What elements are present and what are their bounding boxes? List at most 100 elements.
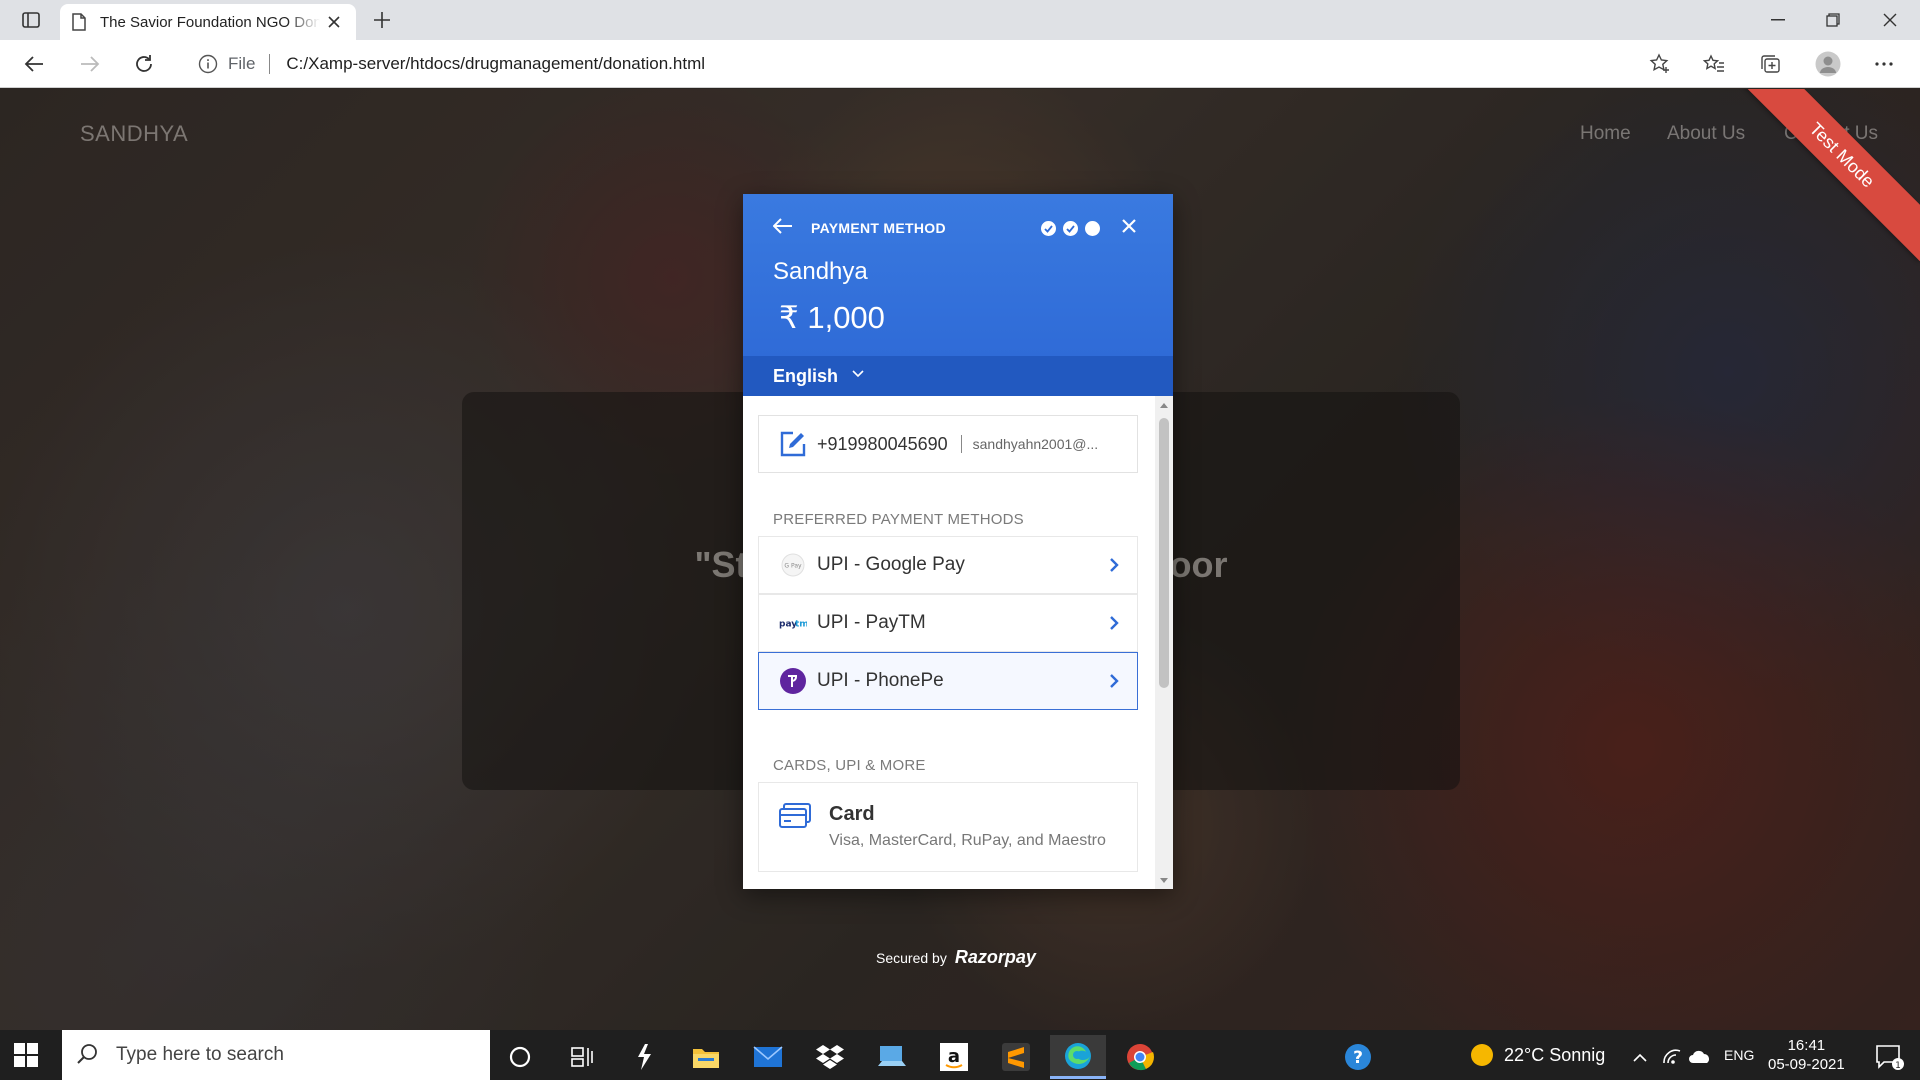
maximize-icon[interactable]: [1803, 0, 1863, 40]
new-tab-icon[interactable]: [368, 6, 396, 34]
option-label: UPI - Google Pay: [817, 554, 965, 575]
window-close-icon[interactable]: [1860, 0, 1920, 40]
step-current-icon: [1085, 221, 1100, 236]
taskbar: Type here to search a ? 22°C Sonnig ENG …: [0, 1030, 1920, 1080]
secured-by-label: Secured by: [876, 949, 947, 966]
back-arrow-icon[interactable]: [773, 218, 795, 236]
system-clock[interactable]: 16:41 05-09-2021: [1768, 1036, 1845, 1074]
notification-center-icon[interactable]: 1: [1866, 1035, 1914, 1079]
favorites-icon[interactable]: [1698, 48, 1730, 80]
task-view-icon[interactable]: [554, 1035, 610, 1079]
dropbox-icon[interactable]: [802, 1035, 858, 1079]
browser-toolbar: File C:/Xamp-server/htdocs/drugmanagemen…: [0, 40, 1920, 88]
weather-sun-icon: [1470, 1043, 1494, 1067]
clock-time: 16:41: [1787, 1037, 1826, 1054]
windows-start-icon[interactable]: [14, 1043, 38, 1067]
collections-icon[interactable]: [1754, 48, 1786, 80]
forward-icon[interactable]: [74, 48, 106, 80]
option-label: UPI - PhonePe: [817, 670, 944, 691]
sublime-text-icon[interactable]: [988, 1035, 1044, 1079]
modal-header: PAYMENT METHOD Sandhya ₹ 1,000: [743, 194, 1173, 356]
payment-amount: ₹ 1,000: [779, 300, 885, 335]
search-icon: [76, 1043, 100, 1067]
taskbar-search-input[interactable]: Type here to search: [62, 1030, 490, 1080]
language-selector[interactable]: English: [743, 356, 1173, 396]
mail-icon[interactable]: [740, 1035, 796, 1079]
add-favorite-icon[interactable]: [1646, 50, 1674, 78]
credit-card-icon: [779, 803, 811, 833]
nav-about-us[interactable]: About Us: [1667, 123, 1745, 145]
edge-browser-icon[interactable]: [1050, 1035, 1106, 1079]
payment-method-title: PAYMENT METHOD: [811, 220, 946, 236]
file-explorer-icon[interactable]: [678, 1035, 734, 1079]
test-mode-ribbon: Test Mode: [1735, 89, 1920, 262]
page-icon: [72, 13, 88, 31]
option-label: UPI - PayTM: [817, 612, 926, 633]
edit-icon[interactable]: [779, 430, 807, 458]
card-title: Card: [829, 803, 875, 825]
google-pay-icon: G Pay: [779, 551, 807, 579]
svg-text:a: a: [948, 1046, 960, 1067]
option-phonepe[interactable]: UPI - PhonePe: [758, 652, 1138, 710]
scroll-up-icon[interactable]: [1155, 398, 1173, 412]
address-scheme-label: File: [228, 54, 256, 73]
payment-modal: PAYMENT METHOD Sandhya ₹ 1,000 English +…: [743, 194, 1173, 889]
option-paytm[interactable]: pay tm UPI - PayTM: [758, 594, 1138, 652]
minimize-icon[interactable]: [1748, 0, 1808, 40]
tab-close-icon[interactable]: [324, 12, 344, 32]
more-menu-icon[interactable]: [1868, 48, 1900, 80]
option-google-pay[interactable]: G Pay UPI - Google Pay: [758, 536, 1138, 594]
info-icon[interactable]: [198, 54, 218, 74]
amazon-icon[interactable]: a: [926, 1035, 982, 1079]
address-divider: [269, 54, 271, 74]
modal-body: +919980045690 sandhyahn2001@... PREFERRE…: [743, 396, 1173, 889]
device-manager-icon[interactable]: [864, 1035, 920, 1079]
browser-tab[interactable]: The Savior Foundation NGO Donation: [60, 4, 356, 40]
contact-phone: +919980045690: [817, 433, 948, 454]
chevron-down-icon: [852, 370, 864, 382]
preferred-heading: PREFERRED PAYMENT METHODS: [773, 511, 1024, 528]
input-language[interactable]: ENG: [1724, 1030, 1754, 1080]
clock-date: 05-09-2021: [1768, 1056, 1845, 1073]
modal-scrollbar[interactable]: [1155, 396, 1173, 889]
phonepe-icon: [779, 667, 807, 695]
merchant-name: Sandhya: [773, 258, 868, 285]
language-label: English: [773, 365, 839, 386]
profile-avatar-icon[interactable]: [1812, 48, 1844, 80]
chevron-right-icon: [1109, 615, 1121, 633]
step-done-icon: [1063, 221, 1078, 236]
address-url[interactable]: C:/Xamp-server/htdocs/drugmanagement/don…: [286, 54, 705, 74]
contact-email: sandhyahn2001@...: [972, 436, 1099, 452]
search-placeholder: Type here to search: [116, 1044, 284, 1065]
help-icon[interactable]: ?: [1330, 1035, 1386, 1079]
tab-actions-icon[interactable]: [14, 8, 48, 32]
tab-title: The Savior Foundation NGO Donation: [100, 13, 320, 31]
weather-widget[interactable]: 22°C Sonnig: [1470, 1030, 1605, 1080]
chevron-right-icon: [1109, 673, 1121, 691]
scroll-thumb[interactable]: [1159, 418, 1169, 688]
refresh-icon[interactable]: [128, 48, 160, 80]
site-brand[interactable]: SANDHYA: [80, 121, 188, 147]
contact-divider: [960, 435, 962, 453]
notification-count: 1: [1895, 1061, 1901, 1071]
back-icon[interactable]: [18, 48, 50, 80]
svg-text:tm: tm: [795, 620, 807, 630]
razorpay-logo: Razorpay: [954, 947, 1036, 967]
power-automate-icon[interactable]: [616, 1035, 672, 1079]
onedrive-cloud-icon[interactable]: [1680, 1035, 1720, 1079]
contact-details[interactable]: +919980045690 sandhyahn2001@...: [758, 415, 1138, 473]
cortana-icon[interactable]: [492, 1035, 548, 1079]
chevron-right-icon: [1109, 557, 1121, 575]
address-bar[interactable]: File C:/Xamp-server/htdocs/drugmanagemen…: [180, 46, 1680, 82]
nav-home[interactable]: Home: [1580, 123, 1631, 145]
option-card[interactable]: Card Visa, MasterCard, RuPay, and Maestr…: [758, 782, 1138, 872]
svg-text:G Pay: G Pay: [784, 563, 802, 570]
scroll-down-icon[interactable]: [1155, 873, 1173, 887]
step-done-icon: [1041, 221, 1056, 236]
modal-close-icon[interactable]: [1121, 218, 1139, 236]
more-methods-heading: CARDS, UPI & MORE: [773, 757, 926, 774]
chrome-icon[interactable]: [1112, 1035, 1168, 1079]
paytm-icon: pay tm: [779, 609, 807, 637]
progress-steps: [1041, 221, 1100, 236]
weather-text: 22°C Sonnig: [1504, 1044, 1606, 1065]
